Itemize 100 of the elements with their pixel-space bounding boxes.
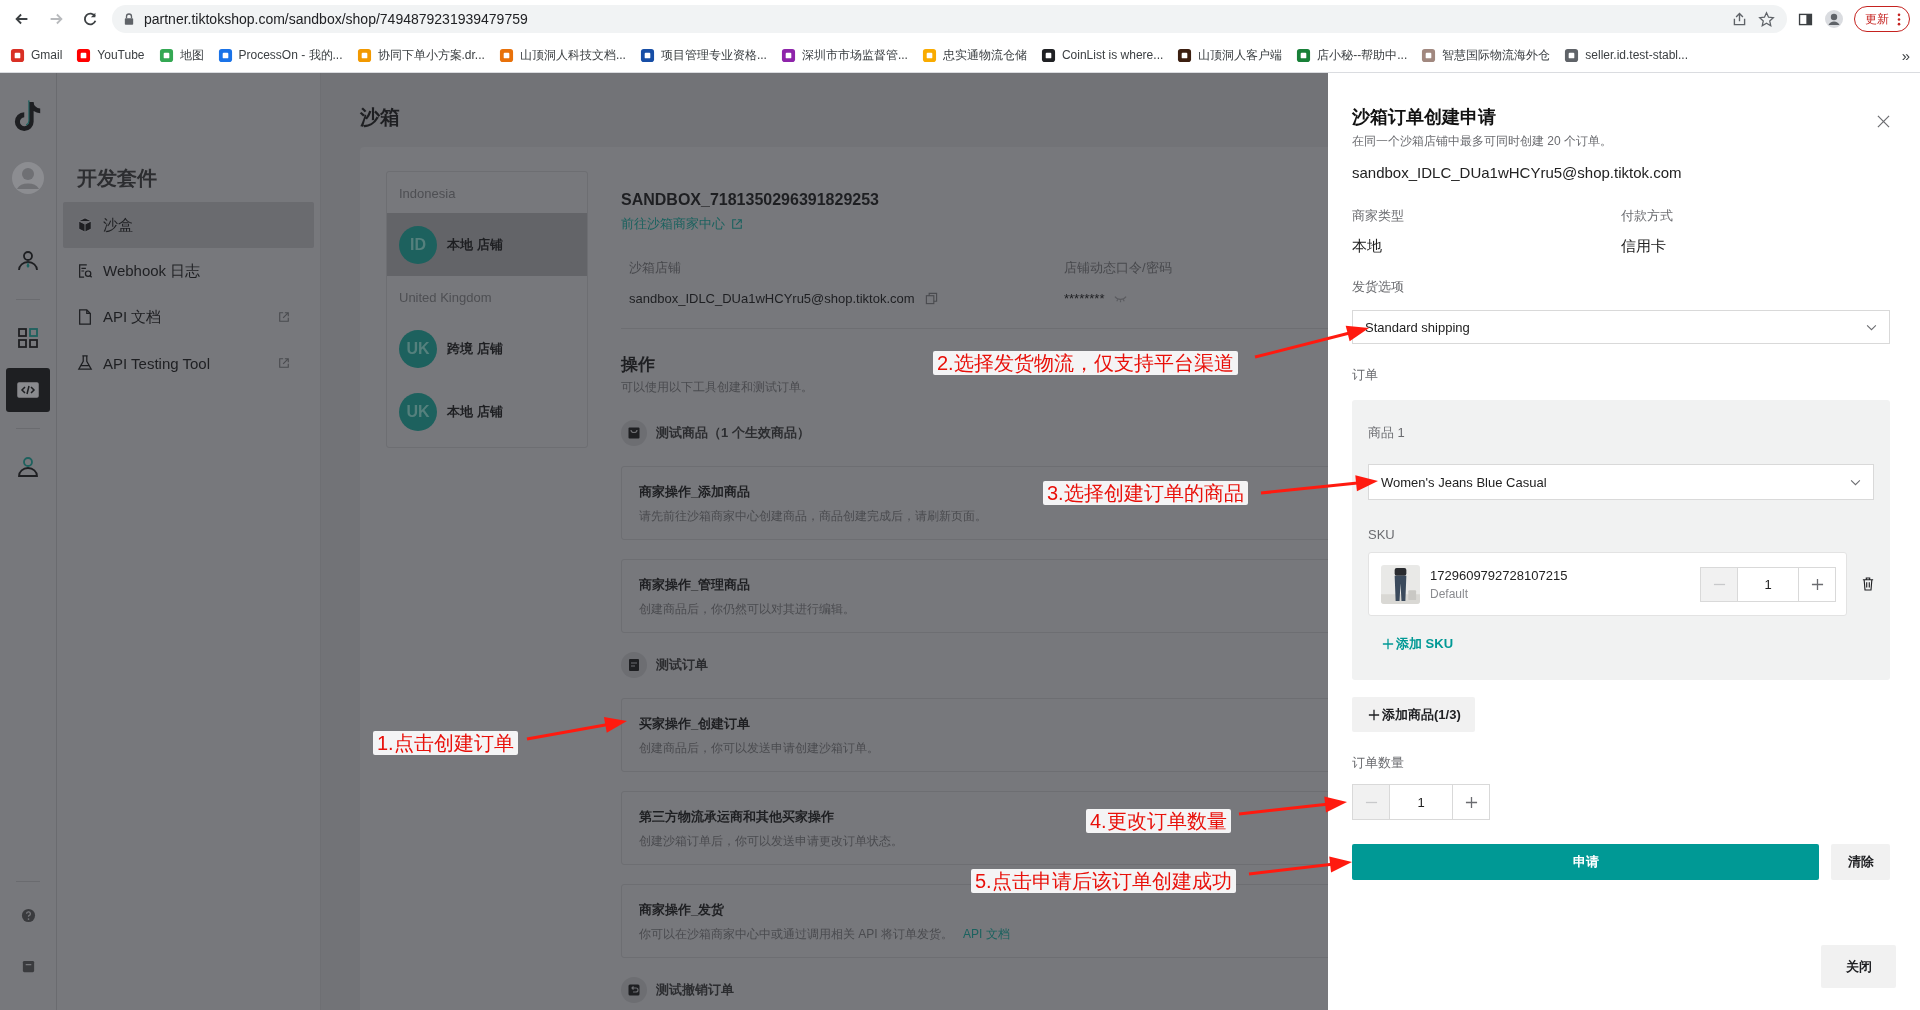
store-item[interactable]: UK 跨境 店铺 bbox=[387, 317, 587, 380]
info-label: 付款方式 bbox=[1621, 207, 1674, 225]
section-heading: 测试订单 bbox=[656, 656, 708, 674]
bookmark-favicon-icon bbox=[1564, 47, 1580, 63]
bookmark[interactable]: Gmail bbox=[10, 47, 63, 63]
bookmark-favicon-icon bbox=[1177, 47, 1193, 63]
notes-icon[interactable] bbox=[20, 959, 36, 974]
info-label: 商家类型 bbox=[1352, 207, 1405, 225]
person-icon bbox=[16, 455, 40, 479]
quantity-field[interactable]: 1 bbox=[1737, 567, 1799, 601]
bookmark[interactable]: 山顶洞人科技文档... bbox=[498, 46, 626, 64]
person-icon bbox=[16, 249, 40, 273]
sidebar-title: 开发套件 bbox=[77, 166, 158, 191]
bookmark[interactable]: 智慧国际物流海外仓 bbox=[1421, 46, 1551, 64]
address-bar[interactable]: partner.tiktokshop.com/sandbox/shop/7494879231939479759 bbox=[112, 5, 1787, 33]
bookmark-favicon-icon bbox=[217, 47, 233, 63]
submit-button[interactable]: 申请 bbox=[1352, 844, 1819, 880]
cube-icon bbox=[77, 217, 93, 233]
help-icon[interactable] bbox=[20, 908, 36, 923]
bookmark[interactable]: 地图 bbox=[158, 46, 204, 64]
plus-icon bbox=[1464, 795, 1478, 809]
product-label: 商品 1 bbox=[1368, 424, 1406, 442]
rail-develop-button[interactable] bbox=[6, 368, 50, 412]
bookmark-favicon-icon bbox=[76, 47, 92, 63]
section-heading: 测试商品（1 个生效商品） bbox=[656, 424, 810, 442]
document-icon bbox=[621, 652, 647, 678]
document-icon bbox=[77, 309, 93, 325]
star-icon[interactable] bbox=[1758, 10, 1775, 28]
bookmark[interactable]: seller.id.test-stabl... bbox=[1564, 47, 1688, 63]
field-value: sandbox_IDLC_DUa1wHCYru5@shop.tiktok.com bbox=[629, 291, 915, 306]
bookmark[interactable]: 深圳市市场监督管... bbox=[780, 46, 908, 64]
bookmark[interactable]: 协同下单小方案.dr... bbox=[356, 46, 485, 64]
chevron-down-icon bbox=[1866, 323, 1877, 331]
bookmarks-more[interactable]: » bbox=[1901, 46, 1910, 64]
url-text: partner.tiktokshop.com/sandbox/shop/7494879231939479759 bbox=[144, 11, 528, 27]
bag-icon bbox=[621, 420, 647, 446]
bookmark[interactable]: YouTube bbox=[76, 47, 145, 63]
bookmark-favicon-icon bbox=[921, 47, 937, 63]
plus-icon bbox=[1368, 708, 1380, 721]
close-button[interactable]: 关闭 bbox=[1821, 945, 1896, 988]
sku-id: 1729609792728107215 bbox=[1430, 567, 1569, 583]
annotation-text: 5.点击申请后该订单创建成功 bbox=[971, 869, 1236, 893]
page-title: 沙箱 bbox=[360, 105, 400, 130]
add-product-button[interactable]: 添加商品(1/3) bbox=[1352, 697, 1475, 732]
bookmark[interactable]: 忠实通物流仓储 bbox=[921, 46, 1027, 64]
operation-title: 商家操作_添加商品 bbox=[639, 483, 751, 501]
store-badge: UK bbox=[399, 392, 437, 431]
bookmark-favicon-icon bbox=[1040, 47, 1056, 63]
order-quantity-label: 订单数量 bbox=[1352, 754, 1405, 772]
sidebar-item[interactable]: Webhook 日志 bbox=[63, 248, 314, 294]
log-icon bbox=[77, 263, 93, 279]
annotation-text: 1.点击创建订单 bbox=[373, 731, 518, 755]
info-value: 本地 bbox=[1352, 237, 1383, 256]
shipping-select[interactable]: Standard shipping bbox=[1352, 310, 1890, 344]
operation-title: 商家操作_发货 bbox=[639, 901, 725, 919]
info-value: 信用卡 bbox=[1621, 237, 1667, 256]
shipping-label: 发货选项 bbox=[1352, 278, 1405, 296]
sidebar-item[interactable]: API Testing Tool bbox=[63, 340, 314, 386]
copy-icon[interactable] bbox=[924, 292, 938, 305]
bookmark[interactable]: 项目管理专业资格... bbox=[639, 46, 767, 64]
sidebar-item[interactable]: API 文档 bbox=[63, 294, 314, 340]
bookmark[interactable]: ProcessOn - 我的... bbox=[217, 46, 343, 64]
bookmark-favicon-icon bbox=[158, 47, 174, 63]
store-item[interactable]: UK 本地 店铺 bbox=[387, 380, 587, 443]
close-icon[interactable] bbox=[1877, 115, 1890, 128]
field-value: ******** bbox=[1064, 291, 1105, 306]
reload-icon[interactable] bbox=[81, 10, 99, 28]
bookmark-favicon-icon bbox=[780, 47, 796, 63]
quantity-field[interactable]: 1 bbox=[1389, 785, 1453, 819]
bookmark[interactable]: 店小秘--帮助中... bbox=[1296, 46, 1408, 64]
bookmark-favicon-icon bbox=[356, 47, 372, 63]
section-heading: 测试撤销订单 bbox=[656, 981, 734, 999]
undo-icon bbox=[621, 977, 647, 1003]
drawer-subtitle: 在同一个沙箱店铺中最多可同时创建 20 个订单。 bbox=[1352, 133, 1612, 150]
profile-icon[interactable] bbox=[1824, 9, 1844, 29]
trash-icon[interactable] bbox=[1862, 577, 1874, 591]
account-email: sandbox_IDLC_DUa1wHCYru5@shop.tiktok.com bbox=[1352, 164, 1683, 181]
order-label: 订单 bbox=[1352, 366, 1379, 384]
operation-title: 商家操作_管理商品 bbox=[639, 576, 751, 594]
grid-icon bbox=[16, 326, 40, 350]
flask-icon bbox=[77, 355, 93, 371]
annotation-text: 2.选择发货物流，仅支持平台渠道 bbox=[933, 351, 1238, 375]
update-button[interactable]: 更新 bbox=[1854, 6, 1910, 32]
section-title: 操作 bbox=[621, 354, 655, 376]
bookmark-favicon-icon bbox=[1296, 47, 1312, 63]
bookmark-favicon-icon bbox=[10, 47, 25, 63]
share-icon[interactable] bbox=[1731, 10, 1748, 28]
bookmark-favicon-icon bbox=[498, 47, 514, 63]
bookmark[interactable]: CoinList is where... bbox=[1040, 47, 1164, 63]
bookmark-favicon-icon bbox=[1421, 47, 1437, 63]
annotation-text: 4.更改订单数量 bbox=[1086, 809, 1231, 833]
operation-title: 买家操作_创建订单 bbox=[639, 715, 751, 733]
bookmark[interactable]: 山顶洞人客户端 bbox=[1177, 46, 1283, 64]
product-select[interactable]: Women's Jeans Blue Casual bbox=[1368, 464, 1874, 500]
kebab-icon[interactable] bbox=[1897, 12, 1901, 26]
store-badge: UK bbox=[399, 329, 437, 368]
clear-button[interactable]: 清除 bbox=[1831, 844, 1890, 880]
plus-icon bbox=[1382, 638, 1394, 650]
plus-icon bbox=[1810, 577, 1824, 591]
chevron-down-icon bbox=[1850, 478, 1861, 486]
